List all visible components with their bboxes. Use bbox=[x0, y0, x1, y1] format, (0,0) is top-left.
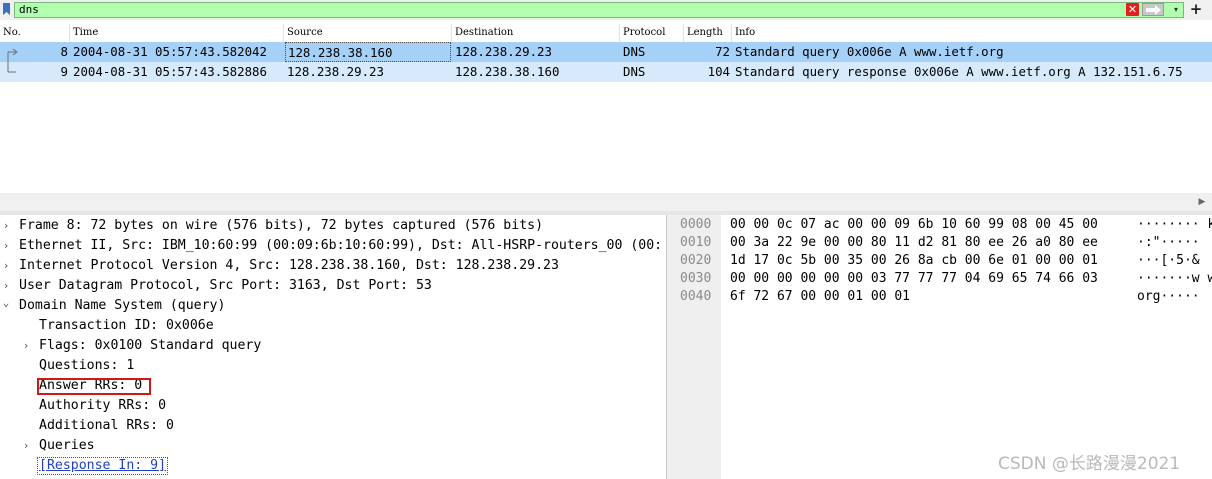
column-header-protocol[interactable]: Protocol bbox=[620, 24, 684, 42]
byte-ascii[interactable]: ·······w w bbox=[1137, 269, 1212, 289]
filter-history-dropdown[interactable]: ▾ bbox=[1170, 3, 1182, 16]
packet-row[interactable]: 9 2004-08-31 05:57:43.582886 128.238.29.… bbox=[0, 62, 1212, 82]
tree-item-label: Domain Name System (query) bbox=[19, 298, 226, 313]
byte-offset: 0010 bbox=[680, 235, 712, 250]
expand-arrow-icon[interactable]: › bbox=[20, 336, 32, 356]
cell-destination: 128.238.29.23 bbox=[455, 44, 552, 59]
tree-item-answer-rrs[interactable]: Answer RRs: 0 bbox=[0, 376, 666, 396]
collapse-arrow-icon[interactable]: ⌄ bbox=[0, 296, 12, 316]
tree-item-authority-rrs[interactable]: Authority RRs: 0 bbox=[0, 396, 666, 416]
tree-item-response-in[interactable]: [Response In: 9] bbox=[0, 456, 666, 476]
packet-list-header: No. Time Source Destination Protocol Len… bbox=[0, 24, 1212, 43]
cell-info: Standard query response 0x006e A www.iet… bbox=[735, 64, 1183, 79]
tree-item-label: User Datagram Protocol, Src Port: 3163, … bbox=[19, 278, 432, 293]
bytes-row[interactable]: 0040 6f 72 67 00 00 01 00 01 org····· bbox=[672, 287, 1212, 307]
tree-item-questions[interactable]: Questions: 1 bbox=[0, 356, 666, 376]
byte-hex[interactable]: 1d 17 0c 5b 00 35 00 26 8a cb 00 6e 01 0… bbox=[730, 251, 1098, 271]
display-filter-input[interactable] bbox=[19, 3, 1119, 17]
tree-item-label: Transaction ID: 0x006e bbox=[39, 318, 214, 333]
tree-item-frame[interactable]: › Frame 8: 72 bytes on wire (576 bits), … bbox=[0, 216, 666, 236]
clear-x-icon[interactable]: ✕ bbox=[1126, 3, 1139, 16]
packet-list-horizontal-scrollbar[interactable]: ▶ bbox=[0, 193, 1212, 211]
bytes-row[interactable]: 0000 00 00 0c 07 ac 00 00 09 6b 10 60 99… bbox=[672, 215, 1212, 235]
tree-item-label: Ethernet II, Src: IBM_10:60:99 (00:09:6b… bbox=[19, 238, 663, 253]
column-header-length[interactable]: Length bbox=[684, 24, 732, 42]
add-filter-button[interactable]: + bbox=[1188, 1, 1204, 17]
packet-details-pane: › Frame 8: 72 bytes on wire (576 bits), … bbox=[0, 215, 667, 479]
expand-arrow-icon[interactable]: › bbox=[20, 436, 32, 456]
apply-filter-button[interactable] bbox=[1142, 3, 1164, 16]
cell-source: 128.238.38.160 bbox=[285, 42, 451, 62]
packet-bytes-pane: 0000 00 00 0c 07 ac 00 00 09 6b 10 60 99… bbox=[672, 215, 1212, 479]
byte-hex[interactable]: 00 00 00 00 00 00 03 77 77 77 04 69 65 7… bbox=[730, 269, 1098, 289]
tree-item-label: Frame 8: 72 bytes on wire (576 bits), 72… bbox=[19, 218, 544, 233]
cell-time: 2004-08-31 05:57:43.582042 bbox=[73, 44, 267, 59]
column-header-time[interactable]: Time bbox=[70, 24, 284, 42]
focus-outline bbox=[37, 457, 168, 475]
cell-length: 72 bbox=[715, 44, 730, 59]
watermark: CSDN @长路漫漫2021 bbox=[998, 454, 1181, 474]
expand-arrow-icon[interactable]: › bbox=[0, 216, 12, 236]
tree-item-label: Internet Protocol Version 4, Src: 128.23… bbox=[19, 258, 559, 273]
byte-offset: 0000 bbox=[680, 217, 712, 232]
related-packet-response-icon bbox=[7, 62, 16, 73]
byte-ascii[interactable]: ···[·5·& bbox=[1137, 251, 1200, 271]
display-filter-field[interactable] bbox=[14, 2, 1184, 18]
bytes-row[interactable]: 0010 00 3a 22 9e 00 00 80 11 d2 81 80 ee… bbox=[672, 233, 1212, 253]
tree-item-label: Queries bbox=[39, 438, 95, 453]
cell-time: 2004-08-31 05:57:43.582886 bbox=[73, 64, 267, 79]
highlight-annotation-box bbox=[37, 378, 151, 395]
byte-offset: 0040 bbox=[680, 289, 712, 304]
tree-item-label: Authority RRs: 0 bbox=[39, 398, 167, 413]
scroll-right-arrow-icon[interactable]: ▶ bbox=[1195, 195, 1209, 209]
bytes-row[interactable]: 0030 00 00 00 00 00 00 03 77 77 77 04 69… bbox=[672, 269, 1212, 289]
expand-arrow-icon[interactable]: › bbox=[0, 256, 12, 276]
byte-hex[interactable]: 00 3a 22 9e 00 00 80 11 d2 81 80 ee 26 a… bbox=[730, 233, 1098, 253]
column-header-info[interactable]: Info bbox=[732, 24, 1212, 42]
byte-hex[interactable]: 00 00 0c 07 ac 00 00 09 6b 10 60 99 08 0… bbox=[730, 215, 1098, 235]
related-packet-request-icon bbox=[7, 48, 18, 62]
cell-protocol: DNS bbox=[623, 64, 646, 79]
tree-item-dns[interactable]: ⌄ Domain Name System (query) bbox=[0, 296, 666, 316]
tree-item-flags[interactable]: › Flags: 0x0100 Standard query bbox=[0, 336, 666, 356]
tree-item-additional-rrs[interactable]: Additional RRs: 0 bbox=[0, 416, 666, 436]
tree-item-udp[interactable]: › User Datagram Protocol, Src Port: 3163… bbox=[0, 276, 666, 296]
display-filter-toolbar: ✕ ▾ + bbox=[0, 0, 1212, 20]
tree-item-label: Flags: 0x0100 Standard query bbox=[39, 338, 262, 353]
byte-offset: 0020 bbox=[680, 253, 712, 268]
cell-destination: 128.238.38.160 bbox=[455, 64, 560, 79]
bytes-row[interactable]: 0020 1d 17 0c 5b 00 35 00 26 8a cb 00 6e… bbox=[672, 251, 1212, 271]
tree-item-ethernet[interactable]: › Ethernet II, Src: IBM_10:60:99 (00:09:… bbox=[0, 236, 666, 256]
byte-hex[interactable]: 6f 72 67 00 00 01 00 01 bbox=[730, 287, 910, 307]
column-header-no[interactable]: No. bbox=[0, 24, 70, 42]
column-header-destination[interactable]: Destination bbox=[452, 24, 620, 42]
byte-ascii[interactable]: org····· bbox=[1137, 287, 1200, 307]
cell-no: 8 bbox=[60, 44, 68, 59]
cell-length: 104 bbox=[707, 64, 730, 79]
tree-item-queries[interactable]: › Queries bbox=[0, 436, 666, 456]
expand-arrow-icon[interactable]: › bbox=[0, 236, 12, 256]
byte-offset: 0030 bbox=[680, 271, 712, 286]
byte-ascii[interactable]: ·:"····· bbox=[1137, 233, 1200, 253]
cell-info: Standard query 0x006e A www.ietf.org bbox=[735, 44, 1004, 59]
arrow-right-icon bbox=[1146, 5, 1161, 15]
packet-list: No. Time Source Destination Protocol Len… bbox=[0, 24, 1212, 192]
column-header-source[interactable]: Source bbox=[284, 24, 452, 42]
bookmark-icon[interactable] bbox=[2, 3, 11, 16]
packet-row[interactable]: 8 2004-08-31 05:57:43.582042 128.238.38.… bbox=[0, 42, 1212, 62]
tree-item-ip[interactable]: › Internet Protocol Version 4, Src: 128.… bbox=[0, 256, 666, 276]
tree-item-label: Additional RRs: 0 bbox=[39, 418, 174, 433]
cell-source: 128.238.29.23 bbox=[287, 64, 384, 79]
tree-item-transaction-id[interactable]: Transaction ID: 0x006e bbox=[0, 316, 666, 336]
expand-arrow-icon[interactable]: › bbox=[0, 276, 12, 296]
cell-no: 9 bbox=[60, 64, 68, 79]
cell-protocol: DNS bbox=[623, 44, 646, 59]
byte-ascii[interactable]: ········ k bbox=[1137, 215, 1212, 235]
tree-item-label: Questions: 1 bbox=[39, 358, 135, 373]
